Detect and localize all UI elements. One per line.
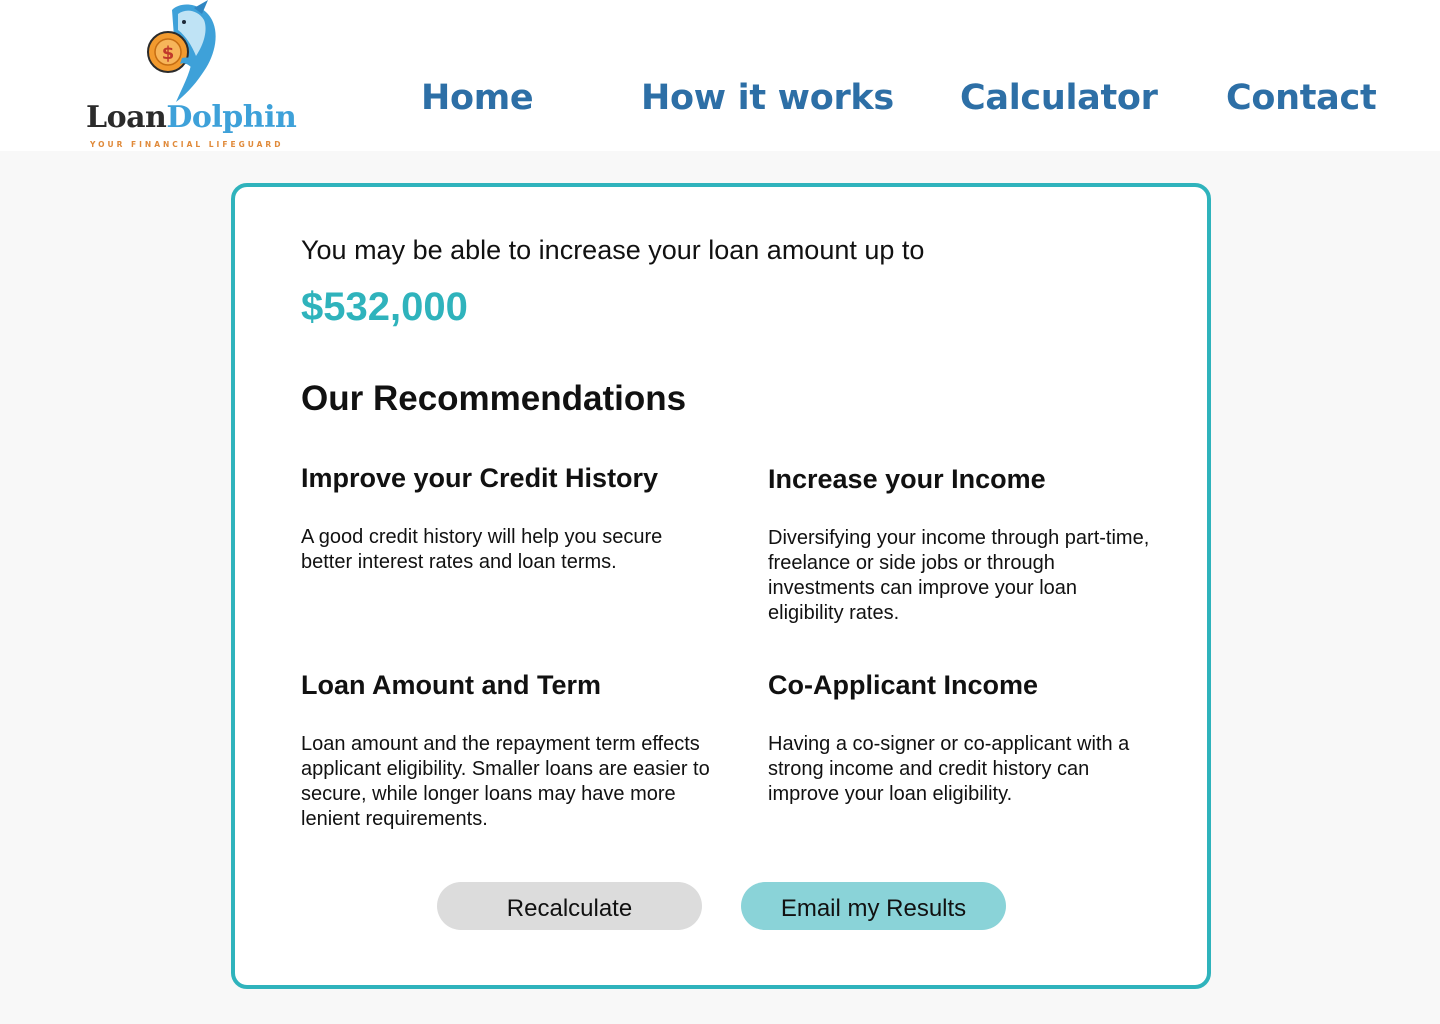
logo-word-dolphin: Dolphin — [166, 100, 297, 135]
nav-how-it-works[interactable]: How it works — [641, 74, 894, 122]
recommendations-heading: Our Recommendations — [301, 379, 687, 418]
recalculate-button[interactable]: Recalculate — [437, 882, 702, 930]
recommendation-body-credit-history: A good credit history will help you secu… — [301, 526, 663, 573]
recommendation-body-co-applicant: Having a co-signer or co-applicant with … — [768, 733, 1130, 805]
loandolphin-logo[interactable]: $ LoanDolphin YOUR FINANCIAL LIFEGUARD — [84, 0, 297, 151]
nav-home[interactable]: Home — [421, 74, 534, 122]
logo-word-loan: Loan — [86, 100, 167, 135]
recommendation-body-loan-amount-term: Loan amount and the repayment term effec… — [301, 733, 710, 830]
results-card: You may be able to increase your loan am… — [231, 183, 1211, 989]
logo-tagline: YOUR FINANCIAL LIFEGUARD — [90, 140, 284, 149]
logo-wordmark: LoanDolphin — [86, 98, 297, 138]
nav-calculator[interactable]: Calculator — [960, 74, 1158, 122]
recommendation-title-credit-history: Improve your Credit History — [301, 463, 659, 493]
site-header: $ LoanDolphin YOUR FINANCIAL LIFEGUARD H… — [0, 0, 1440, 151]
svg-text:$: $ — [162, 43, 175, 64]
loan-amount-value: $532,000 — [301, 285, 468, 329]
recommendation-title-income: Increase your Income — [768, 464, 1046, 494]
email-results-button[interactable]: Email my Results — [741, 882, 1006, 930]
dolphin-mascot-icon: $ — [147, 0, 216, 103]
recommendation-title-co-applicant: Co-Applicant Income — [768, 670, 1039, 700]
recommendation-title-loan-amount-term: Loan Amount and Term — [301, 670, 601, 700]
nav-contact[interactable]: Contact — [1226, 74, 1377, 122]
recommendation-body-income: Diversifying your income through part-ti… — [768, 527, 1150, 624]
result-intro-text: You may be able to increase your loan am… — [301, 235, 925, 265]
